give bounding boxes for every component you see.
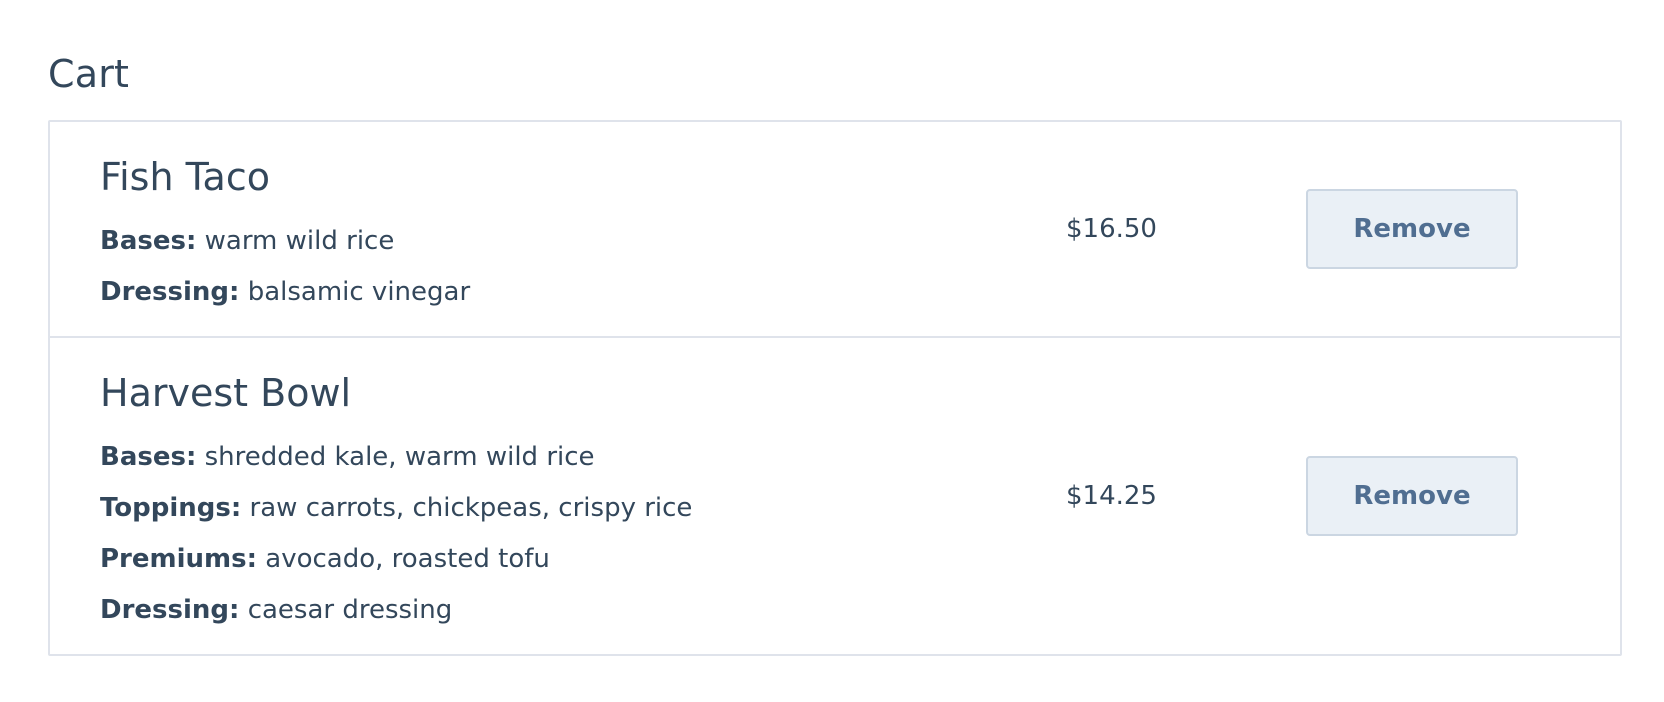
detail-value: warm wild rice: [204, 226, 395, 256]
item-price: $14.25: [1066, 481, 1157, 511]
cart-item-fish-taco: Fish Taco Bases: warm wild rice Dressing…: [50, 122, 1620, 336]
detail-label: Dressing:: [100, 595, 240, 625]
detail-label: Bases:: [100, 226, 197, 256]
detail-label: Dressing:: [100, 277, 240, 307]
item-name: Harvest Bowl: [100, 371, 352, 415]
remove-button[interactable]: Remove: [1306, 456, 1518, 536]
detail-value: shredded kale, warm wild rice: [204, 442, 595, 472]
item-detail-premiums: Premiums: avocado, roasted tofu: [100, 534, 1572, 585]
cart-item-harvest-bowl: Harvest Bowl Bases: shredded kale, warm …: [50, 336, 1620, 654]
detail-label: Premiums:: [100, 544, 257, 574]
cart-items-list: Fish Taco Bases: warm wild rice Dressing…: [48, 120, 1622, 656]
detail-value: avocado, roasted tofu: [265, 544, 550, 574]
detail-value: balsamic vinegar: [247, 277, 471, 307]
detail-value: raw carrots, chickpeas, crispy rice: [249, 493, 693, 523]
detail-value: caesar dressing: [247, 595, 453, 625]
page-title: Cart: [48, 52, 130, 96]
remove-button[interactable]: Remove: [1306, 189, 1518, 269]
detail-label: Toppings:: [100, 493, 242, 523]
item-detail-dressing: Dressing: balsamic vinegar: [100, 267, 1572, 318]
item-detail-dressing: Dressing: caesar dressing: [100, 585, 1572, 636]
detail-label: Bases:: [100, 442, 197, 472]
item-price: $16.50: [1066, 214, 1157, 244]
